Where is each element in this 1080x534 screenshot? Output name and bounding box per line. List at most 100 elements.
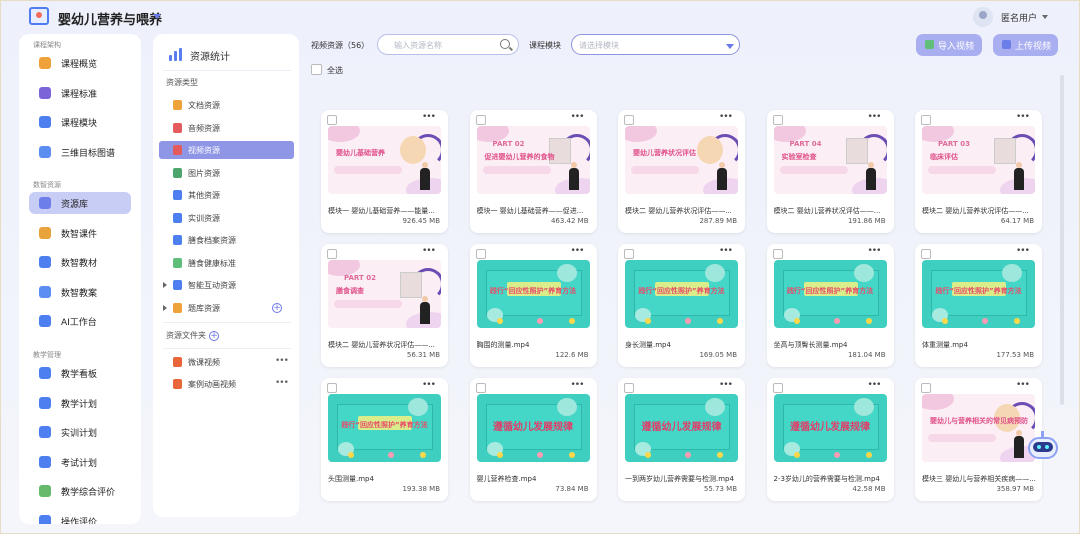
video-thumbnail[interactable]: PART 03 临床评估 <box>922 126 1035 194</box>
video-card[interactable]: ••• PART 04 实验室检查 模块二 婴幼儿营养状况评估——... 191.86 … <box>766 110 894 233</box>
more-options-icon[interactable]: ••• <box>571 246 585 256</box>
video-checkbox[interactable] <box>475 383 486 393</box>
video-name[interactable]: 一到两岁幼儿营养需要与检测.mp4 <box>625 474 739 484</box>
more-options-icon[interactable]: ••• <box>868 246 882 256</box>
video-checkbox[interactable] <box>921 115 931 125</box>
course-switch-chevron-icon[interactable] <box>153 14 161 19</box>
video-card[interactable]: ••• 遵循幼儿发展规律 一到两岁幼儿营养需要与检测.mp4 55.73 MB <box>618 378 745 501</box>
more-options-icon[interactable]: ••• <box>719 380 733 390</box>
video-checkbox[interactable] <box>772 115 783 125</box>
video-card[interactable]: ••• 践行“回应性照护”养育方法 身长测量.mp4 169.05 MB <box>618 244 745 367</box>
video-checkbox[interactable] <box>327 383 337 393</box>
video-thumbnail[interactable]: 践行“回应性照护”养育方法 <box>328 394 441 462</box>
video-name[interactable]: 模块一 婴幼儿基础营养——能量... <box>328 206 442 216</box>
user-name[interactable]: 匿名用户 <box>1001 11 1037 24</box>
more-options-icon[interactable]: ••• <box>422 380 436 390</box>
sidebar-item[interactable]: 数智教材 <box>29 251 131 273</box>
resource-type-item[interactable]: 膳食档案资源 <box>159 231 294 249</box>
video-checkbox[interactable] <box>772 383 783 393</box>
video-name[interactable]: 头围测量.mp4 <box>328 474 442 484</box>
more-options-icon[interactable]: ••• <box>719 246 733 256</box>
video-checkbox[interactable] <box>475 115 486 125</box>
more-options-icon[interactable]: ••• <box>275 378 289 388</box>
video-name[interactable]: 模块一 婴幼儿基础营养——促进... <box>477 206 591 216</box>
avatar[interactable] <box>973 7 993 27</box>
sidebar-item[interactable]: 教学综合评价 <box>29 480 131 502</box>
scrollbar[interactable] <box>1060 75 1064 405</box>
video-card[interactable]: ••• 践行“回应性照护”养育方法 体重测量.mp4 177.53 MB <box>915 244 1042 367</box>
sidebar-item[interactable]: 考试计划 <box>29 451 131 473</box>
sidebar-item[interactable]: 课程模块 <box>29 111 131 133</box>
video-card[interactable]: ••• 遵循幼儿发展规律 2-3岁幼儿的营养需要与检测.mp4 42.58 MB <box>766 378 894 501</box>
video-card[interactable]: ••• PART 03 临床评估 模块二 婴幼儿营养状况评估——... 64.17 MB <box>915 110 1042 233</box>
video-thumbnail[interactable]: 遵循幼儿发展规律 <box>476 394 590 462</box>
video-checkbox[interactable] <box>624 249 634 259</box>
search-icon[interactable] <box>500 39 510 49</box>
search-input[interactable]: 输入资源名称 <box>377 34 519 55</box>
video-thumbnail[interactable]: 践行“回应性照护”养育方法 <box>773 260 887 328</box>
video-checkbox[interactable] <box>921 383 931 393</box>
sidebar-item[interactable]: 实训计划 <box>29 421 131 443</box>
video-thumbnail[interactable]: PART 02 促进婴幼儿营养的食物 <box>476 126 590 194</box>
video-name[interactable]: 模块二 婴幼儿营养状况评估——... <box>774 206 888 216</box>
ai-assistant-robot-icon[interactable] <box>1026 431 1060 467</box>
video-card[interactable]: ••• PART 02 膳食调查 模块二 婴幼儿营养状况评估——... 56.31 MB <box>321 244 448 367</box>
more-options-icon[interactable]: ••• <box>275 356 289 366</box>
video-thumbnail[interactable]: 婴幼儿与营养相关的常见病预防 <box>922 394 1035 462</box>
resource-type-item[interactable]: 文档资源 <box>159 96 294 114</box>
more-options-icon[interactable]: ••• <box>868 112 882 122</box>
more-options-icon[interactable]: ••• <box>719 112 733 122</box>
add-question-bank-button[interactable]: + <box>272 303 282 313</box>
video-name[interactable]: 模块二 婴幼儿营养状况评估——... <box>328 340 442 350</box>
video-checkbox[interactable] <box>921 249 931 259</box>
upload-video-button[interactable]: 上传视频 <box>993 34 1058 56</box>
video-card[interactable]: ••• 婴幼儿营养状况评估 模块二 婴幼儿营养状况评估——... 287.89 MB <box>618 110 745 233</box>
sidebar-item[interactable]: 三维目标图谱 <box>29 141 131 163</box>
video-name[interactable]: 模块二 婴幼儿营养状况评估——... <box>625 206 739 216</box>
resource-type-item[interactable]: 音频资源 <box>159 119 294 137</box>
more-options-icon[interactable]: ••• <box>422 246 436 256</box>
video-name[interactable]: 2-3岁幼儿的营养需要与检测.mp4 <box>774 474 888 484</box>
video-thumbnail[interactable]: PART 04 实验室检查 <box>773 126 887 194</box>
more-options-icon[interactable]: ••• <box>571 112 585 122</box>
sidebar-item[interactable]: 操作评价 <box>29 510 131 524</box>
sidebar-item[interactable]: AI工作台 <box>29 310 131 332</box>
resource-type-item[interactable]: 膳食健康标准 <box>159 254 294 272</box>
video-card[interactable]: ••• 遵循幼儿发展规律 婴儿营养检查.mp4 73.84 MB <box>469 378 597 501</box>
video-checkbox[interactable] <box>327 115 337 125</box>
video-checkbox[interactable] <box>772 249 783 259</box>
video-name[interactable]: 身长测量.mp4 <box>625 340 739 350</box>
video-name[interactable]: 婴儿营养检查.mp4 <box>477 474 591 484</box>
more-options-icon[interactable]: ••• <box>1016 112 1030 122</box>
select-all-label[interactable]: 全选 <box>327 65 343 76</box>
video-card[interactable]: ••• PART 02 促进婴幼儿营养的食物 模块一 婴幼儿基础营养——促进... 46… <box>469 110 597 233</box>
resource-type-item[interactable]: 视频资源 <box>159 141 294 159</box>
video-thumbnail[interactable]: 婴幼儿营养状况评估 <box>625 126 738 194</box>
video-card[interactable]: ••• 婴幼儿基础营养 模块一 婴幼儿基础营养——能量... 926.45 MB <box>321 110 448 233</box>
expand-caret-icon[interactable] <box>163 304 167 311</box>
video-thumbnail[interactable]: 婴幼儿基础营养 <box>328 126 441 194</box>
video-checkbox[interactable] <box>624 115 634 125</box>
video-thumbnail[interactable]: 遵循幼儿发展规律 <box>625 394 738 462</box>
more-options-icon[interactable]: ••• <box>571 380 585 390</box>
video-thumbnail[interactable]: PART 02 膳食调查 <box>328 260 441 328</box>
more-options-icon[interactable]: ••• <box>1016 246 1030 256</box>
resource-type-item[interactable]: 图片资源 <box>159 164 294 182</box>
video-thumbnail[interactable]: 遵循幼儿发展规律 <box>773 394 887 462</box>
more-options-icon[interactable]: ••• <box>1016 380 1030 390</box>
video-card[interactable]: ••• 践行“回应性照护”养育方法 头围测量.mp4 193.38 MB <box>321 378 448 501</box>
expand-caret-icon[interactable] <box>163 282 167 288</box>
sidebar-item[interactable]: 数智教案 <box>29 281 131 303</box>
video-name[interactable]: 体重测量.mp4 <box>922 340 1036 350</box>
import-video-button[interactable]: 导入视频 <box>916 34 982 56</box>
video-name[interactable]: 胸围的测量.mp4 <box>477 340 591 350</box>
resource-type-item[interactable]: 实训资源 <box>159 209 294 227</box>
video-thumbnail[interactable]: 践行“回应性照护”养育方法 <box>476 260 590 328</box>
folder-item[interactable]: 案例动画视频 ••• <box>159 375 294 393</box>
sidebar-item[interactable]: 教学看板 <box>29 362 131 384</box>
video-checkbox[interactable] <box>624 383 634 393</box>
video-name[interactable]: 模块三 婴幼儿与营养相关疾病——... <box>922 474 1036 484</box>
resource-type-item[interactable]: 智能互动资源 <box>159 276 294 294</box>
video-checkbox[interactable] <box>327 249 337 259</box>
sidebar-item[interactable]: 课程标准 <box>29 82 131 104</box>
